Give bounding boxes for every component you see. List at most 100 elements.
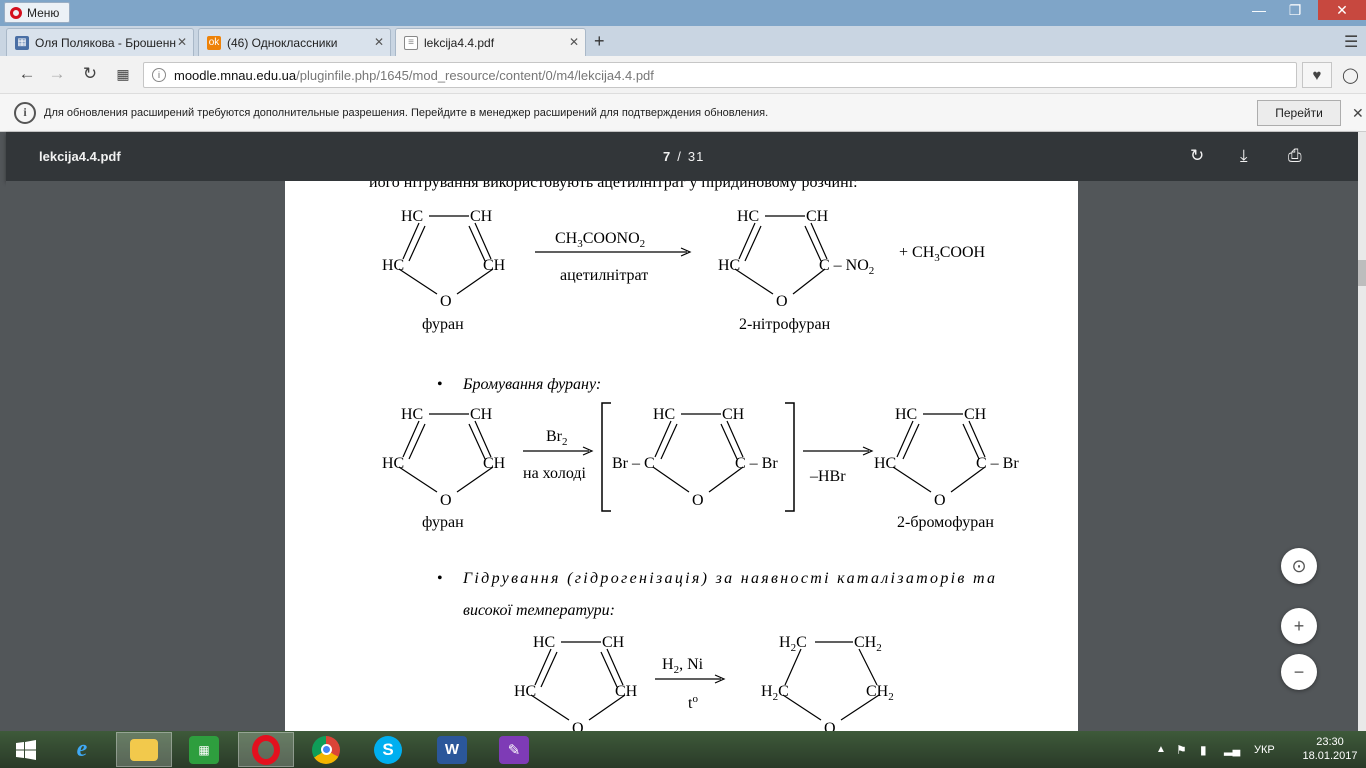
product-left: HC <box>718 257 740 274</box>
windows-taskbar: e ▦ S W ✎ ▲ ⚑ ▮ ▂▄ УКР 23:30 18.01.2017 <box>0 731 1366 768</box>
close-tab-icon[interactable]: ✕ <box>569 35 579 49</box>
tetrahydrofuran-structure <box>782 641 880 721</box>
intermediate-oxygen: O <box>692 492 704 509</box>
odnoklassniki-icon: ok <box>207 35 221 50</box>
file-explorer-icon[interactable] <box>116 732 172 767</box>
clock[interactable]: 23:30 18.01.2017 <box>1300 735 1360 763</box>
tray-expand-icon[interactable]: ▲ <box>1156 731 1166 768</box>
browser-window: Меню — ❐ ✕ ▦ Оля Полякова - Брошенн ✕ ok… <box>0 0 1366 768</box>
action-center-flag-icon[interactable]: ⚑ <box>1176 731 1187 768</box>
tab-odnoklassniki[interactable]: ok (46) Одноклассники ✕ <box>198 28 391 56</box>
furan2-top-right: CH <box>470 406 493 423</box>
pdf-file-name: lekcija4.4.pdf <box>39 149 121 164</box>
product-top-left: HC <box>737 208 759 225</box>
windows-start-icon[interactable] <box>0 731 52 768</box>
current-page-input[interactable]: 7 <box>663 149 671 164</box>
furan2-top-left: HC <box>401 406 423 423</box>
tab-olya-polyakova[interactable]: ▦ Оля Полякова - Брошенн ✕ <box>6 28 194 56</box>
furan2-right: CH <box>483 455 506 472</box>
intermediate-top-left: HC <box>653 406 675 423</box>
print-icon[interactable]: ⎙ <box>1288 146 1302 166</box>
download-icon[interactable]: ⤓ <box>1240 146 1248 166</box>
bullet-2: • <box>437 570 443 587</box>
furan-top-left: HC <box>401 208 423 225</box>
extension-icon[interactable]: ◯ <box>1342 66 1359 84</box>
site-info-icon[interactable]: i <box>152 68 166 82</box>
intermediate-left: Br – C <box>612 455 655 472</box>
tab-label: (46) Одноклассники <box>227 35 338 50</box>
bromofuran-oxygen: O <box>934 492 946 509</box>
opera-icon[interactable] <box>238 732 294 767</box>
rotate-icon[interactable]: ↻ <box>1190 146 1204 166</box>
speed-dial-icon[interactable]: ▦ <box>112 66 134 83</box>
go-button[interactable]: Перейти <box>1257 100 1341 126</box>
temperature-condition: to <box>688 693 698 712</box>
maximize-icon[interactable]: ❐ <box>1280 0 1310 20</box>
notification-text: Для обновления расширений требуются допо… <box>44 106 769 119</box>
close-tab-icon[interactable]: ✕ <box>374 35 384 49</box>
language-indicator[interactable]: УКР <box>1254 731 1275 768</box>
tab-lekcija-pdf[interactable]: ≡ lekcija4.4.pdf ✕ <box>395 28 586 56</box>
url-field[interactable]: i moodle.mnau.edu.ua /pluginfile.php/164… <box>143 62 1297 88</box>
bromofuran-right: C – Br <box>976 455 1019 472</box>
network-icon[interactable]: ▂▄ <box>1224 731 1240 768</box>
opera-menu-button[interactable]: Меню <box>4 2 70 23</box>
back-icon[interactable]: ← <box>16 64 38 84</box>
menu-label: Меню <box>27 5 60 20</box>
new-tab-icon[interactable]: + <box>594 31 605 52</box>
address-toolbar: ← → ↻ ▦ i moodle.mnau.edu.ua /pluginfile… <box>0 56 1366 94</box>
opera-logo-icon <box>10 6 22 19</box>
product-top-right: CH <box>806 208 829 225</box>
nitrofuran-structure <box>734 215 828 295</box>
word-icon[interactable]: W <box>424 732 480 767</box>
page-scrollbar[interactable] <box>1358 132 1366 731</box>
hydrogen-reagent: H2, Ni <box>662 656 704 676</box>
fit-page-icon[interactable]: ⊙ <box>1281 548 1317 584</box>
bromofuran-name: 2-бромофуран <box>897 514 994 531</box>
total-pages: 31 <box>687 149 705 164</box>
intro-line: його нітрування використовують ацетилніт… <box>369 181 858 191</box>
furan2-left: HC <box>382 455 404 472</box>
forward-icon[interactable]: → <box>46 64 68 84</box>
pdf-file-icon: ≡ <box>404 35 418 50</box>
tab-menu-icon[interactable]: ☰ <box>1344 32 1358 52</box>
intermediate-structure <box>652 413 744 493</box>
furan3-right: CH <box>615 683 638 700</box>
tab-label: lekcija4.4.pdf <box>424 35 495 50</box>
thf-top-right: CH2 <box>854 634 882 654</box>
furan-right: CH <box>483 257 506 274</box>
bookmark-heart-icon[interactable]: ♥ <box>1302 62 1332 88</box>
battery-icon[interactable]: ▮ <box>1200 731 1207 768</box>
furan-left: HC <box>382 257 404 274</box>
bullet: • <box>437 376 443 393</box>
skype-icon[interactable]: S <box>360 732 416 767</box>
product-right-nitro: C – NO2 <box>819 257 874 277</box>
thf-left: H2C <box>761 683 789 703</box>
reload-icon[interactable]: ↻ <box>79 64 101 84</box>
right-bracket <box>785 402 795 512</box>
left-bracket <box>601 402 611 512</box>
close-window-icon[interactable]: ✕ <box>1318 0 1366 20</box>
tab-bar: ▦ Оля Полякова - Брошенн ✕ ok (46) Однок… <box>0 26 1366 56</box>
url-host: moodle.mnau.edu.ua <box>174 67 297 83</box>
scrollbar-thumb[interactable] <box>1358 260 1366 286</box>
close-notification-icon[interactable]: ✕ <box>1352 105 1364 122</box>
zoom-in-icon[interactable]: + <box>1281 608 1317 644</box>
bromofuran-structure <box>892 413 986 493</box>
tab-label: Оля Полякова - Брошенн <box>35 35 176 50</box>
chrome-icon[interactable] <box>298 732 354 767</box>
store-icon[interactable]: ▦ <box>176 732 232 767</box>
close-tab-icon[interactable]: ✕ <box>177 35 187 49</box>
nitration-reagent: CH3COONO2 <box>555 230 645 250</box>
furan-structure <box>398 215 494 295</box>
reagent-name: ацетилнітрат <box>560 267 648 284</box>
hydrogenation-heading-line2: високої температури: <box>463 602 615 619</box>
page-separator: / <box>677 149 682 164</box>
onenote-icon[interactable]: ✎ <box>486 732 542 767</box>
minimize-icon[interactable]: — <box>1244 0 1274 20</box>
bromofuran-top-right: CH <box>964 406 987 423</box>
thf-right: CH2 <box>866 683 894 703</box>
zoom-out-icon[interactable]: − <box>1281 654 1317 690</box>
bromofuran-top-left: HC <box>895 406 917 423</box>
internet-explorer-icon[interactable]: e <box>54 732 110 767</box>
